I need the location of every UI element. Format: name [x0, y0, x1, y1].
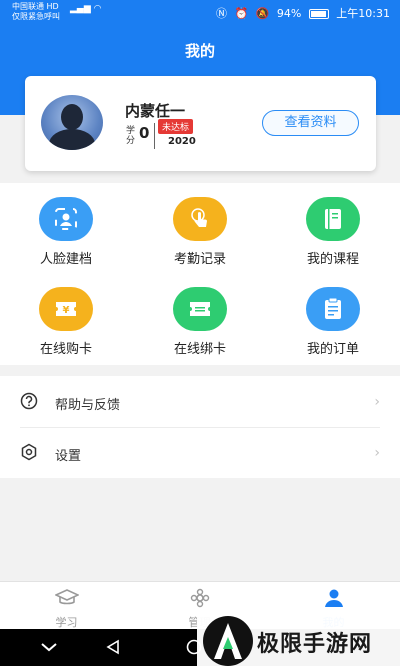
- feature-label: 我的课程: [306, 252, 359, 267]
- divider: [154, 123, 155, 149]
- status-icons: Ⓝ ⏰ 🔕 94% 上午10:31: [212, 5, 390, 21]
- profile-card: 内蒙任一 学分 0 未达标 2020 查看资料: [25, 76, 376, 171]
- signal-icon: ▂▄▆ ◠: [70, 4, 102, 14]
- status-bar: 中国联通 HD 仅限紧急呼叫 ▂▄▆ ◠ Ⓝ ⏰ 🔕 94% 上午10:31: [0, 0, 400, 24]
- credit-value: 0: [139, 124, 150, 142]
- clipboard-icon: [306, 287, 360, 331]
- carrier-info: 中国联通 HD 仅限紧急呼叫 ▂▄▆ ◠: [12, 2, 101, 22]
- graduation-cap-icon: [0, 588, 133, 612]
- feature-my-courses[interactable]: 我的课程: [283, 197, 383, 267]
- avatar[interactable]: [41, 95, 103, 150]
- credit-label: 学分: [126, 126, 136, 146]
- feature-label: 在线购卡: [39, 342, 92, 357]
- status-badge: 未达标: [158, 119, 194, 134]
- nav-down-icon[interactable]: [40, 639, 58, 658]
- tab-label: 学习: [55, 616, 78, 629]
- ticket-icon: [173, 287, 227, 331]
- help-icon: [20, 392, 38, 414]
- feature-label: 在线绑卡: [173, 342, 226, 357]
- feature-buy-card[interactable]: ¥ 在线购卡: [16, 287, 116, 357]
- settings-icon: [20, 443, 38, 465]
- carrier-status: 仅限紧急呼叫: [12, 12, 60, 21]
- nfc-icon: Ⓝ: [215, 7, 227, 20]
- chevron-right-icon: ›: [374, 394, 380, 410]
- mute-icon: 🔕: [255, 7, 270, 20]
- management-icon: [133, 588, 266, 612]
- list-item-help-feedback[interactable]: 帮助与反馈 ›: [0, 376, 400, 427]
- year: 2020: [168, 136, 196, 147]
- clock: 上午10:31: [336, 7, 390, 20]
- alarm-icon: ⏰: [234, 7, 249, 20]
- person-icon: [267, 588, 400, 612]
- carrier-name: 中国联通 HD: [12, 2, 59, 11]
- feature-grid: 人脸建档 考勤记录 我的课程 ¥ 在线购卡 在线绑卡 我的订单: [0, 183, 400, 365]
- feature-attendance[interactable]: 考勤记录: [150, 197, 250, 267]
- view-profile-button[interactable]: 查看资料: [262, 110, 359, 136]
- tab-study[interactable]: 学习: [0, 588, 133, 630]
- user-name: 内蒙任一: [125, 102, 186, 120]
- feature-label: 人脸建档: [39, 252, 92, 267]
- page-title: 我的: [184, 42, 215, 60]
- watermark-text: 极限手游网: [257, 632, 373, 657]
- list-item-label: 设置: [55, 449, 82, 464]
- watermark-logo-icon: [203, 616, 253, 666]
- battery-icon: [308, 9, 329, 19]
- feature-my-orders[interactable]: 我的订单: [283, 287, 383, 357]
- course-book-icon: [306, 197, 360, 241]
- settings-list: 帮助与反馈 › 设置 ›: [0, 376, 400, 478]
- svg-text:¥: ¥: [63, 305, 70, 316]
- touch-icon: [173, 197, 227, 241]
- chevron-right-icon: ›: [374, 445, 380, 461]
- feature-label: 考勤记录: [173, 252, 226, 267]
- feature-bind-card[interactable]: 在线绑卡: [150, 287, 250, 357]
- feature-face-archive[interactable]: 人脸建档: [16, 197, 116, 267]
- feature-label: 我的订单: [306, 342, 359, 357]
- battery-percent: 94%: [276, 7, 302, 20]
- list-item-settings[interactable]: 设置 ›: [0, 427, 400, 478]
- back-icon[interactable]: [105, 639, 121, 659]
- yen-ticket-icon: ¥: [39, 287, 93, 331]
- list-item-label: 帮助与反馈: [55, 398, 121, 413]
- watermark: 极限手游网: [197, 614, 400, 666]
- face-scan-icon: [39, 197, 93, 241]
